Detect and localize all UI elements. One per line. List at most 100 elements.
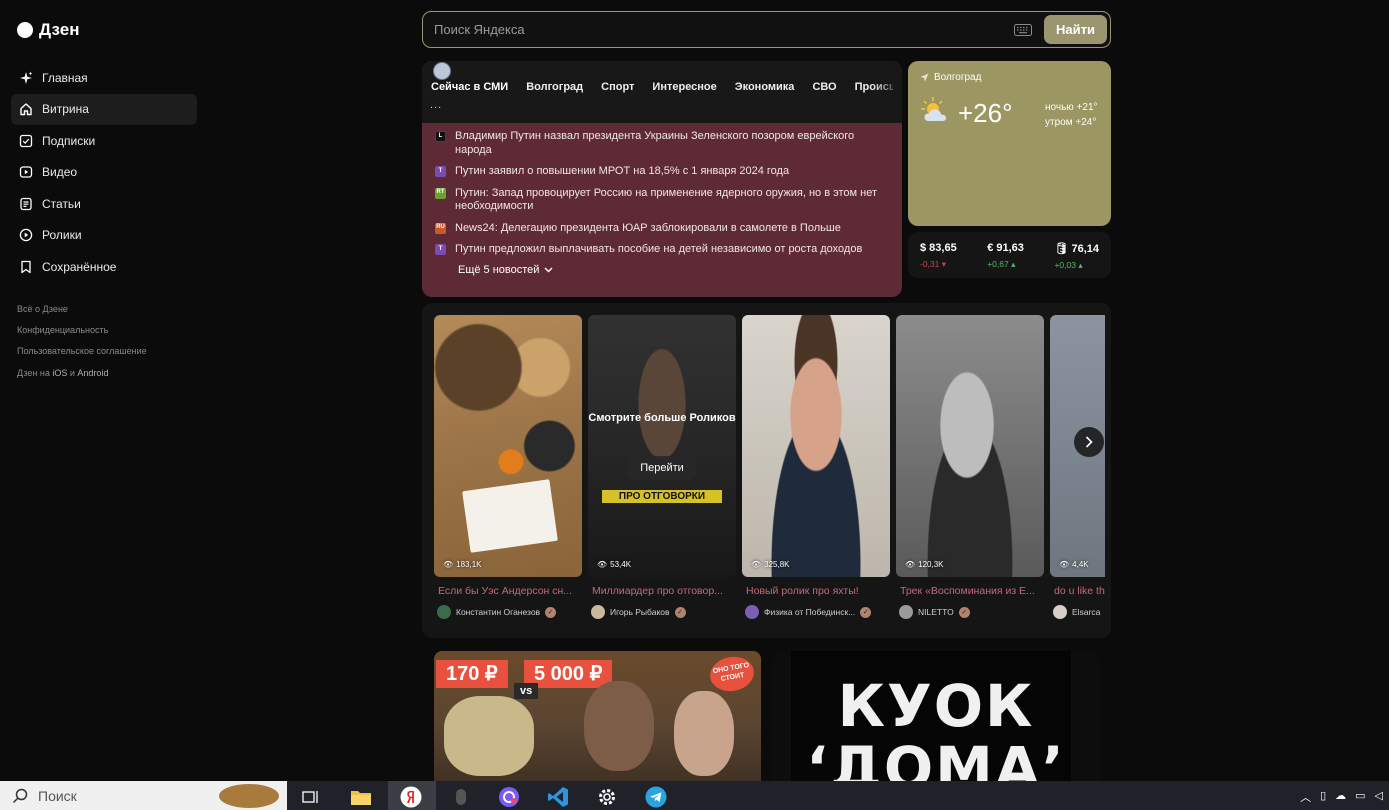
news-item[interactable]: L Владимир Путин назвал президента Украи… <box>435 130 892 157</box>
weather-city: Волгоград <box>920 72 981 83</box>
view-count: 👁 4,4K <box>1059 560 1089 569</box>
video-card[interactable]: 👁 183,1K Если бы Уэс Андерсон сн... Конст… <box>434 315 582 619</box>
sidebar-item-articles[interactable]: Статьи <box>11 188 197 219</box>
turtle-icon <box>219 783 279 808</box>
news-tabs-bar: Сейчас в СМИ Волгоград Спорт Интересное … <box>422 61 902 123</box>
video-card[interactable]: 👁 120,3K Трек «Воспоминания из Е... NILET… <box>896 315 1044 619</box>
messenger-app-icon[interactable] <box>497 785 521 809</box>
task-view-icon[interactable] <box>299 785 323 809</box>
video-title[interactable]: Миллиардер про отговор... <box>588 585 728 597</box>
search-input[interactable] <box>423 22 1014 37</box>
source-logo-icon: RU <box>435 222 446 234</box>
video-title[interactable]: do u like th <box>1050 585 1111 597</box>
video-card-large[interactable]: 170 ₽ 5 000 ₽ vs ОНО ТОГО СТОИТ <box>434 651 761 791</box>
sidebar-item-shorts[interactable]: Ролики <box>11 220 197 251</box>
notepad-image <box>462 479 558 553</box>
sidebar-item-showcase[interactable]: Витрина <box>11 93 197 125</box>
arrow-up-icon: ▴ <box>1078 260 1083 270</box>
news-item[interactable]: RT Путин: Запад провоцирует Россию на пр… <box>435 187 892 214</box>
yandex-browser-icon[interactable] <box>399 785 423 809</box>
video-channel[interactable]: Константин Оганезов ✓ <box>434 605 582 619</box>
video-channel[interactable]: Elsarca <box>1050 605 1111 619</box>
sidebar-item-label: Главная <box>42 70 88 85</box>
chevron-up-icon[interactable]: ︿ <box>1300 789 1311 805</box>
more-tabs-button[interactable]: ... <box>430 99 442 111</box>
sidebar-item-saved[interactable]: Сохранённое <box>11 252 197 283</box>
video-card-large[interactable]: КУОК ‘ДОМА’ <box>773 651 1099 791</box>
network-icon[interactable]: ▭ <box>1355 789 1365 805</box>
sidebar-item-label: Ролики <box>42 228 82 243</box>
more-news-button[interactable]: Ещё 5 новостей <box>458 264 892 276</box>
weather-night: ночью +21° <box>1045 102 1098 113</box>
video-cover-title: КУОК ‘ДОМА’ <box>806 672 1066 791</box>
settings-gear-icon[interactable] <box>595 785 619 809</box>
weather-forecast: ночью +21° утром +24° <box>1045 100 1098 130</box>
avatar <box>591 605 605 619</box>
apps-link-android[interactable]: Android <box>77 368 108 378</box>
video-thumbnail[interactable]: 👁 120,3K <box>896 315 1044 577</box>
video-thumbnail[interactable]: 👁 183,1K <box>434 315 582 577</box>
rate-change-value: +0,67 <box>987 259 1009 269</box>
video-title[interactable]: Новый ролик про яхты! <box>742 585 882 597</box>
sidebar-item-label: Витрина <box>42 102 89 117</box>
volume-icon[interactable]: ◁ <box>1375 789 1383 805</box>
tab-economy[interactable]: Экономика <box>735 81 795 93</box>
search-icon <box>12 788 28 803</box>
footer-link-terms[interactable]: Пользовательское соглашение <box>17 344 147 365</box>
view-count-value: 53,4K <box>610 560 632 569</box>
keyboard-icon[interactable] <box>1014 23 1032 36</box>
file-explorer-icon[interactable] <box>349 785 373 809</box>
video-title[interactable]: Трек «Воспоминания из Е... <box>896 585 1036 597</box>
tab-interesting[interactable]: Интересное <box>652 81 716 93</box>
video-title[interactable]: Если бы Уэс Андерсон сн... <box>434 585 574 597</box>
currency-rates[interactable]: $ 83,65 -0,31 ▾ € 91,63 +0,67 ▴ 🛢 76,14 … <box>908 232 1111 278</box>
go-button[interactable]: Перейти <box>628 456 696 480</box>
footer-link-apps[interactable]: Дзен на iOS и Android <box>17 366 147 387</box>
tab-svo[interactable]: СВО <box>812 81 836 93</box>
cloud-icon[interactable]: ☁ <box>1335 789 1346 805</box>
apps-link-ios[interactable]: iOS <box>52 368 67 378</box>
news-item[interactable]: RU News24: Делегацию президента ЮАР забл… <box>435 222 892 236</box>
dzen-logo[interactable]: Дзен <box>17 20 79 40</box>
mouse-icon[interactable] <box>449 785 473 809</box>
footer-link-about[interactable]: Всё о Дзене <box>17 302 147 323</box>
weather-widget[interactable]: Волгоград +26° ночью +21° утром +24° <box>908 61 1111 226</box>
video-channel[interactable]: Физика от Побединск... ✓ <box>742 605 890 619</box>
sidebar-item-main[interactable]: Главная <box>11 62 197 93</box>
footer-link-privacy[interactable]: Конфиденциальность <box>17 323 147 344</box>
video-card[interactable]: 👁 325,8K Новый ролик про яхты! Физика от … <box>742 315 890 619</box>
apps-link-prefix: Дзен на <box>17 367 53 378</box>
sidebar-item-label: Статьи <box>42 196 81 211</box>
rate-change: -0,31 ▾ <box>920 259 957 270</box>
news-item[interactable]: Т Путин предложил выплачивать пособие на… <box>435 243 892 257</box>
tab-now-in-media[interactable]: Сейчас в СМИ <box>431 81 508 93</box>
news-widget: Сейчас в СМИ Волгоград Спорт Интересное … <box>422 61 902 297</box>
vscode-icon[interactable] <box>546 785 570 809</box>
phone-link-icon[interactable]: ▯ <box>1320 789 1326 805</box>
channel-name: Константин Оганезов <box>456 607 541 617</box>
taskbar-search[interactable]: Поиск <box>0 781 287 810</box>
overlay-text: Смотрите больше Роликов <box>588 412 736 424</box>
video-card[interactable]: Смотрите больше Роликов Перейти ПРО ОТГО… <box>588 315 736 619</box>
verified-icon: ✓ <box>545 606 557 618</box>
tab-sport[interactable]: Спорт <box>601 81 634 93</box>
video-tag: ПРО ОТГОВОРКИ <box>602 490 722 503</box>
tab-volgograd[interactable]: Волгоград <box>526 81 583 93</box>
carousel-next-button[interactable] <box>1074 427 1104 457</box>
video-thumbnail[interactable]: 👁 325,8K <box>742 315 890 577</box>
chevron-right-icon <box>1085 436 1093 448</box>
telegram-icon[interactable] <box>644 785 668 809</box>
news-item[interactable]: Т Путин заявил о повышении МРОТ на 18,5%… <box>435 165 892 179</box>
avatar[interactable] <box>433 62 451 80</box>
search-button[interactable]: Найти <box>1044 15 1107 44</box>
sidebar-item-subscriptions[interactable]: Подписки <box>11 125 197 156</box>
news-headline: Путин заявил о повышении МРОТ на 18,5% с… <box>455 165 790 177</box>
avatar <box>745 605 759 619</box>
view-count: 👁 325,8K <box>751 560 790 569</box>
video-channel[interactable]: NILETTO ✓ <box>896 605 1044 619</box>
video-card[interactable]: 👁 4,4K do u like th Elsarca <box>1050 315 1111 619</box>
video-thumbnail[interactable]: Смотрите больше Роликов Перейти ПРО ОТГО… <box>588 315 736 577</box>
news-headline: Путин: Запад провоцирует Россию на приме… <box>455 186 878 213</box>
video-channel[interactable]: Игорь Рыбаков ✓ <box>588 605 736 619</box>
sidebar-item-video[interactable]: Видео <box>11 157 197 188</box>
